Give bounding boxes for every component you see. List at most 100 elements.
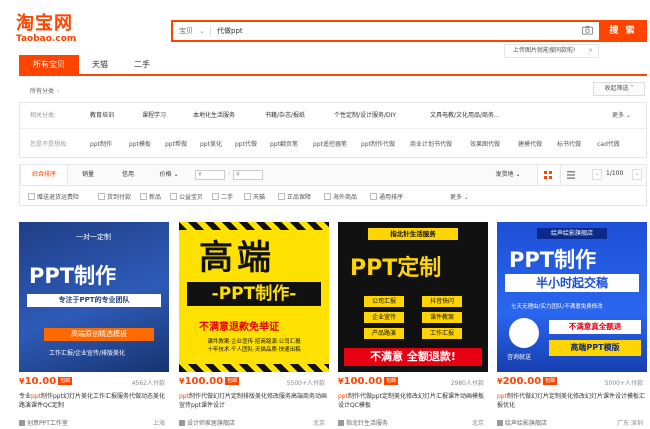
sort-credit[interactable]: 信用 [108,165,148,185]
product-title[interactable]: ppt制作代做幻灯片定制排版美化修改服务高端商务动画宣传ppt课件设计 [179,392,327,410]
grid-view-button[interactable] [537,165,557,185]
product-card[interactable]: 绘声绘影旗舰店 PPT制作 半小时起交稿 七天无理由/实力团队/不满意免费修改 … [497,222,647,429]
category-item[interactable]: 课程学习 [142,110,166,119]
title-part: 制作代做ppt定制美化修改幻灯片汇报课件动画模板设计QC模板 [338,393,484,409]
shop-link[interactable]: 创意PPT工作室 [19,418,68,427]
shop-icon [19,420,25,426]
category-item[interactable]: 个性定制/设计服务/DIY [334,110,396,119]
keyword-item[interactable]: ppt帮做 [165,139,187,148]
keyword-item[interactable]: ppt美化 [200,139,222,148]
price-to-input[interactable]: ¥ [233,170,263,180]
filter-more-button[interactable]: 更多 ⌄ [450,192,469,201]
ship-from-select[interactable]: 发货地 ⌄ [488,165,528,185]
filter-label: 海外商品 [333,194,358,201]
more-label: 更多 [450,194,463,201]
product-card[interactable]: 高端 -PPT制作- 不满意退款免举证 课件教案·企业宣传·招商路演·公司汇报 … [179,222,329,429]
product-image-text: 不满意真全额退 [549,320,641,334]
category-item[interactable]: 教育培训 [90,110,114,119]
product-title[interactable]: ppt制作代做ppt定制美化修改幻灯片汇报课件动画模板设计QC模板 [338,392,486,410]
feature-chip: 公司汇报 [364,296,404,307]
product-image-text: PPT定制 [350,256,442,281]
filter-checkbox[interactable]: 赠送退货运费险 [28,192,79,201]
product-title[interactable]: 专业ppt制作ppt幻灯片美化工作汇报服务代做动态美化路演课件QC定制 [19,392,167,410]
filter-checkbox[interactable]: 公益宝贝 [170,192,203,201]
product-image[interactable]: 指北针生活服务 PPT定制 公司汇报 抖音快闪 企业宣传 课件教案 产品路演 工… [338,222,488,372]
product-card[interactable]: 指北针生活服务 PPT定制 公司汇报 抖音快闪 企业宣传 课件教案 产品路演 工… [338,222,488,429]
title-highlight: ppt [31,393,41,400]
filter-checkbox[interactable]: 通用排序 [370,192,403,201]
free-shipping-badge: 包邮 [58,377,73,385]
filter-checkbox[interactable]: 正品保障 [278,192,311,201]
shop-link[interactable]: 绘声绘影旗舰店 [497,418,547,427]
product-image-text: 指北针生活服务 [368,228,458,240]
search-type-select[interactable]: 宝贝 ⌄ [179,26,205,36]
sort-default[interactable]: 综合排序 [20,165,68,185]
keyword-item[interactable]: 标书代做 [557,139,581,148]
product-image-text: 咨询就送 [507,354,532,361]
filter-checkbox[interactable]: 新品 [140,192,161,201]
keyword-item[interactable]: 建模代做 [518,139,542,148]
keyword-row-label: 您是不是想找: [30,141,69,148]
tabs-underline [19,74,647,76]
product-image-text: 高端PPT模版 [549,340,641,356]
keyword-item[interactable]: ppt代做 [235,139,257,148]
keyword-item[interactable]: ppt制作 [90,139,112,148]
filter-checkbox[interactable]: 海外商品 [324,192,357,201]
tab-secondhand[interactable]: 二手 [121,55,163,75]
product-sales: 5000+人付款 [604,380,643,387]
shop-link[interactable]: 指北针生活服务 [338,418,388,427]
filter-label: 公益宝贝 [179,194,204,201]
sort-price-label: 价格 [159,171,172,178]
filter-label: 正品保障 [287,194,312,201]
price-from-input[interactable]: ¥ [195,170,225,180]
image-foot-line: 十年技术·千人团队·天猫品质·快速出稿 [207,347,301,353]
product-title[interactable]: ppt制作代做幻灯片定制美化修改幻灯片课件设计模板汇报优化 [497,392,645,410]
tab-tmall[interactable]: 天猫 [79,55,121,75]
category-item[interactable]: 文具电教/文化用品/商务... [430,110,500,119]
product-sales: 5500+人付款 [286,380,325,387]
filter-checkbox[interactable]: 天猫 [244,192,265,201]
close-icon[interactable]: × [588,45,593,57]
chevron-down-icon: ⌄ [171,171,179,178]
logo-text: 淘宝网 [16,13,73,34]
checkbox-icon [278,193,285,200]
search-input[interactable] [217,24,577,38]
stripe-decoration [179,364,329,372]
breadcrumb[interactable]: 所有分类 › [30,86,59,95]
keyword-item[interactable]: ppt遥控器笔 [313,139,347,148]
filter-checkbox[interactable]: 二手 [212,192,233,201]
checkbox-icon [28,193,35,200]
product-image[interactable]: 一对一定制 PPT制作 专注于PPT的专业团队 高端原创精选模板 工作汇报/企业… [19,222,169,372]
category-item[interactable]: 本地化生活服务 [193,110,235,119]
feature-chip: 抖音快闪 [422,296,462,307]
category-item[interactable]: 书籍/杂志/报纸 [265,110,305,119]
search-box: 宝贝 ⌄ [171,20,601,42]
product-image[interactable]: 绘声绘影旗舰店 PPT制作 半小时起交稿 七天无理由/实力团队/不满意免费修改 … [497,222,647,372]
search-button[interactable]: 搜 索 [599,20,647,42]
keyword-item[interactable]: 效果图代做 [470,139,500,148]
list-view-button[interactable] [560,165,580,185]
keyword-item[interactable]: ppt模板 [129,139,151,148]
keyword-item[interactable]: 商业计划书代做 [410,139,452,148]
prev-page-button[interactable]: ‹ [592,169,602,180]
next-page-button[interactable]: › [632,169,642,180]
filter-checkbox[interactable]: 货到付款 [98,192,131,201]
category-row-label: 相关分类: [30,112,57,119]
shop-name: 指北针生活服务 [346,420,389,427]
camera-icon[interactable] [582,25,593,35]
keyword-item[interactable]: ppt翻页笔 [270,139,298,148]
title-highlight: ppt [179,393,189,400]
shop-link[interactable]: 设计师家居旗舰店 [179,418,235,427]
tab-all[interactable]: 所有宝贝 [19,55,79,75]
product-card[interactable]: 一对一定制 PPT制作 专注于PPT的专业团队 高端原创精选模板 工作汇报/企业… [19,222,169,429]
product-image-text: 半小时起交稿 [505,274,639,292]
collapse-filter-button[interactable]: 收起筛选 ˄ [593,82,645,96]
sort-bar: 综合排序 销量 信用 价格 ⌄ ¥ - ¥ 发货地 ⌄ ‹ 1/100 › [19,164,647,186]
keyword-item[interactable]: cad代做 [597,139,620,148]
category-more-button[interactable]: 更多 ⌄ [612,110,631,119]
taobao-logo[interactable]: 淘宝网 Taobao.com [16,13,76,45]
sort-sales[interactable]: 销量 [68,165,108,185]
sort-price[interactable]: 价格 ⌄ [148,165,190,185]
keyword-item[interactable]: ppt制作代做 [361,139,395,148]
product-image[interactable]: 高端 -PPT制作- 不满意退款免举证 课件教案·企业宣传·招商路演·公司汇报 … [179,222,329,372]
